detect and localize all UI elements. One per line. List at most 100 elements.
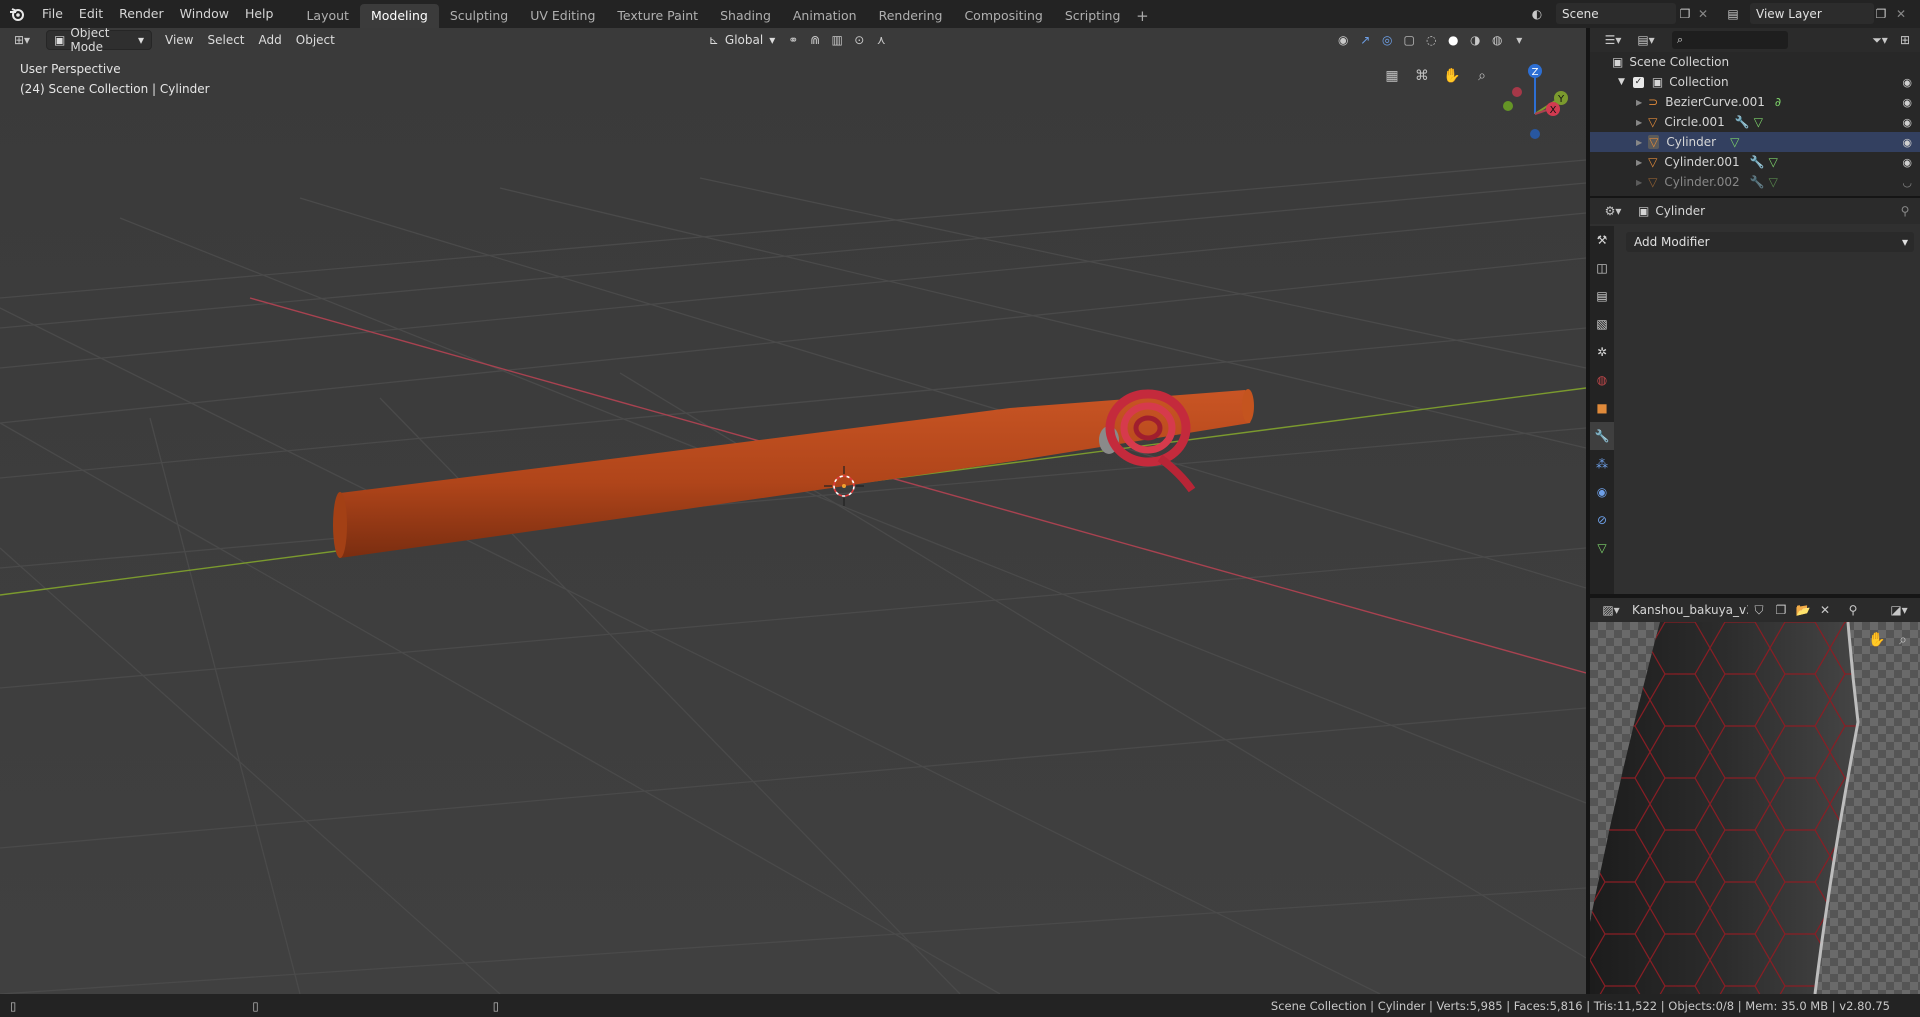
filter-icon[interactable]: ⏷▾ <box>1866 30 1894 50</box>
menu-help[interactable]: Help <box>237 0 282 28</box>
overlay-toggle-icon[interactable]: ◎ <box>1376 30 1398 50</box>
eye-icon[interactable]: ◉ <box>1902 96 1912 109</box>
proportional-edit-icon[interactable]: ⊙ <box>848 30 870 50</box>
add-modifier-dropdown[interactable]: Add Modifier ▾ <box>1626 232 1914 252</box>
expand-arrow-icon[interactable]: ▶ <box>1636 98 1642 107</box>
solid-shading-icon[interactable]: ● <box>1442 30 1464 50</box>
pan-hand-icon[interactable]: ✋ <box>1866 630 1888 650</box>
menu-file[interactable]: File <box>34 0 71 28</box>
tab-layout[interactable]: Layout <box>295 4 360 28</box>
eye-icon[interactable]: ◉ <box>1902 136 1912 149</box>
constraints-tab-icon[interactable]: ⊘ <box>1590 506 1614 534</box>
modifier-tab-icon[interactable]: 🔧 <box>1590 422 1614 450</box>
expand-arrow-icon[interactable]: ▼ <box>1618 77 1625 87</box>
toggle-view-grid-icon[interactable]: ▦ <box>1380 64 1404 88</box>
area-divider[interactable] <box>1586 28 1590 994</box>
tab-shading[interactable]: Shading <box>709 4 782 28</box>
add-menu[interactable]: Add <box>252 30 289 50</box>
new-collection-icon[interactable]: ⊞ <box>1894 30 1916 50</box>
camera-view-icon[interactable]: ⌘ <box>1410 64 1434 88</box>
blender-logo-icon[interactable] <box>0 6 34 22</box>
material-shading-icon[interactable]: ◑ <box>1464 30 1486 50</box>
eye-icon[interactable]: ◉ <box>1902 76 1912 89</box>
menu-window[interactable]: Window <box>172 0 237 28</box>
pin-icon[interactable]: ⚲ <box>1842 600 1864 620</box>
image-editor-type-icon[interactable]: ▨▾ <box>1596 600 1626 620</box>
pin-icon[interactable]: ⚲ <box>1894 201 1916 221</box>
outliner-item[interactable]: ▶ ▽ Circle.001 🔧 ▽ ◉ <box>1590 112 1920 132</box>
tab-compositing[interactable]: Compositing <box>953 4 1053 28</box>
editor-type-icon[interactable]: ⊞▾ <box>8 30 36 50</box>
fake-user-icon[interactable]: ⛉ <box>1748 600 1770 620</box>
view-layer-field[interactable]: View Layer <box>1750 3 1874 24</box>
display-mode-icon[interactable]: ▤▾ <box>1632 30 1660 50</box>
expand-arrow-icon[interactable]: ▶ <box>1636 158 1642 167</box>
view-menu[interactable]: View <box>158 30 200 50</box>
world-tab-icon[interactable]: ◍ <box>1590 366 1614 394</box>
display-channels-icon[interactable]: ◪▾ <box>1884 600 1914 620</box>
tool-tab-icon[interactable]: ⚒ <box>1590 226 1614 254</box>
delete-view-layer-icon[interactable]: ✕ <box>1890 4 1912 24</box>
view-layer-icon[interactable]: ▤ <box>1722 4 1744 24</box>
eye-icon[interactable]: ◉ <box>1902 116 1912 129</box>
gizmo-toggle-icon[interactable]: ↗ <box>1354 30 1376 50</box>
menu-render[interactable]: Render <box>111 0 172 28</box>
outliner-item[interactable]: ▶ ⊃ BezierCurve.001 ∂ ◉ <box>1590 92 1920 112</box>
delete-scene-icon[interactable]: ✕ <box>1692 4 1714 24</box>
image-name[interactable]: Kanshou_bakuya_v3... <box>1632 603 1748 617</box>
physics-tab-icon[interactable]: ◉ <box>1590 478 1614 506</box>
outliner-item[interactable]: ▶ ▽ Cylinder.001 🔧 ▽ ◉ <box>1590 152 1920 172</box>
mesh-data-tab-icon[interactable]: ▽ <box>1590 534 1614 562</box>
snap-target-icon[interactable]: ▥ <box>826 30 848 50</box>
tab-uv-editing[interactable]: UV Editing <box>519 4 606 28</box>
close-icon[interactable]: ✕ <box>1814 600 1836 620</box>
snap-icon[interactable]: ⋒ <box>804 30 826 50</box>
particles-tab-icon[interactable]: ⁂ <box>1590 450 1614 478</box>
tab-texture-paint[interactable]: Texture Paint <box>606 4 709 28</box>
tab-sculpting[interactable]: Sculpting <box>439 4 519 28</box>
eye-closed-icon[interactable]: ◡ <box>1902 176 1912 189</box>
scene-selector-icon[interactable]: ◐ <box>1526 4 1548 24</box>
select-menu[interactable]: Select <box>200 30 251 50</box>
expand-arrow-icon[interactable]: ▶ <box>1636 118 1642 127</box>
outliner-search-input[interactable]: ⌕ <box>1672 31 1788 49</box>
checkbox-icon[interactable]: ✓ <box>1632 76 1644 88</box>
output-tab-icon[interactable]: ▤ <box>1590 282 1614 310</box>
wireframe-shading-icon[interactable]: ◌ <box>1420 30 1442 50</box>
new-image-icon[interactable]: ❐ <box>1770 600 1792 620</box>
expand-arrow-icon[interactable]: ▶ <box>1636 138 1642 147</box>
area-divider[interactable] <box>1590 196 1920 198</box>
rendered-shading-icon[interactable]: ◍ <box>1486 30 1508 50</box>
outliner-editor-type-icon[interactable]: ☰▾ <box>1598 30 1628 50</box>
outliner-collection[interactable]: ▼ ✓ ▣ Collection ◉ <box>1590 72 1920 92</box>
outliner-item[interactable]: ▶ ▽ Cylinder.002 🔧 ▽ ◡ <box>1590 172 1920 192</box>
scene-tab-icon[interactable]: ✲ <box>1590 338 1614 366</box>
shading-options-icon[interactable]: ▾ <box>1508 30 1530 50</box>
image-editor-panel[interactable]: ▨▾ Kanshou_bakuya_v3... ⛉ ❐ 📂 ✕ ⚲ ◪▾ ✋ ⌕ <box>1590 598 1920 994</box>
tab-modeling[interactable]: Modeling <box>359 4 439 28</box>
new-view-layer-icon[interactable]: ❐ <box>1870 4 1892 24</box>
eye-icon[interactable]: ◉ <box>1902 156 1912 169</box>
tab-animation[interactable]: Animation <box>782 4 868 28</box>
3d-viewport[interactable]: Z Y X ⊞▾ ▣ Object Mode ▾ View Select Add… <box>0 28 1586 994</box>
zoom-icon[interactable]: ⌕ <box>1892 630 1914 650</box>
object-menu[interactable]: Object <box>289 30 342 50</box>
object-tab-icon[interactable]: ■ <box>1590 394 1614 422</box>
tab-scripting[interactable]: Scripting <box>1054 4 1132 28</box>
add-workspace-button[interactable]: + <box>1131 4 1153 28</box>
view-layer-tab-icon[interactable]: ▧ <box>1590 310 1614 338</box>
transform-orientation-dropdown[interactable]: ⊾ Global ▾ <box>702 30 782 50</box>
open-image-icon[interactable]: 📂 <box>1792 600 1814 620</box>
falloff-icon[interactable]: ⋏ <box>870 30 892 50</box>
outliner-item-selected[interactable]: ▶ ▽ Cylinder ▽ ◉ <box>1590 132 1920 152</box>
object-mode-dropdown[interactable]: ▣ Object Mode ▾ <box>46 28 152 54</box>
tab-rendering[interactable]: Rendering <box>868 4 954 28</box>
zoom-icon[interactable]: ⌕ <box>1470 64 1494 88</box>
pivot-icon[interactable]: ⚭ <box>782 30 804 50</box>
xray-icon[interactable]: ▢ <box>1398 30 1420 50</box>
menu-edit[interactable]: Edit <box>71 0 111 28</box>
outliner-scene-collection[interactable]: ▣ Scene Collection <box>1590 52 1920 72</box>
render-tab-icon[interactable]: ◫ <box>1590 254 1614 282</box>
expand-arrow-icon[interactable]: ▶ <box>1636 178 1642 187</box>
scene-name-field[interactable]: Scene <box>1556 3 1676 24</box>
